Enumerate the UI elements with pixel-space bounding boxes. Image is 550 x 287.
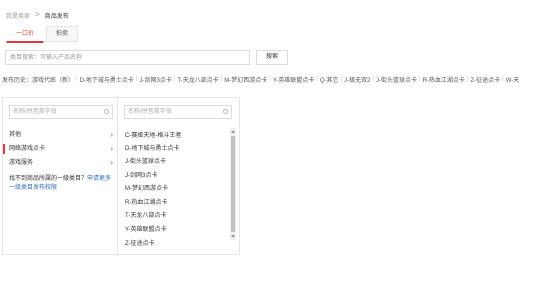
subcategory-item[interactable]: R-热血江湖点卡 <box>125 198 167 208</box>
category-hint: 找不到商品所属的一级类目？申请更多一级类目发布权限 <box>9 175 115 193</box>
history-item[interactable]: W-天 <box>506 75 520 84</box>
tab-auction[interactable]: 拍卖 <box>46 26 79 42</box>
secondary-category-panel: C-赛娅天地-格斗王者 D-地下城与勇士点卡 J-街头篮球点卡 J-剑网3点卡 … <box>117 97 240 255</box>
category-item-game-cards[interactable]: 网络游戏点卡 › <box>3 144 118 154</box>
history-separator: | <box>340 76 343 82</box>
subcategory-item[interactable]: J-街头篮球点卡 <box>125 157 166 167</box>
category-item-other[interactable]: 其他 › <box>3 130 118 140</box>
primary-category-panel: 其他 › 网络游戏点卡 › 游戏服务 › 找不到商品所属的一级类目？申请更多一级… <box>2 97 119 255</box>
history-separator: | <box>502 76 504 82</box>
breadcrumb-separator: > <box>35 10 40 19</box>
history-separator: | <box>76 76 78 82</box>
history-item[interactable]: Z-征途点卡 <box>470 75 500 84</box>
tab-fixed-price[interactable]: 一口价 <box>6 26 45 43</box>
search-icon[interactable] <box>223 109 228 114</box>
subcategory-scrollbar[interactable] <box>230 128 236 240</box>
history-separator: | <box>316 76 318 82</box>
history-item[interactable]: Y-英雄联盟点卡 <box>273 75 314 84</box>
primary-category-search-input[interactable] <box>10 106 98 118</box>
subcategory-item[interactable]: Z-征途点卡 <box>125 239 155 249</box>
history-label[interactable]: 发布历史：游戏代练（新） <box>2 75 74 84</box>
history-item[interactable]: J-极无双2 <box>344 75 370 84</box>
subcategory-item[interactable]: T-天龙八部点卡 <box>125 211 166 221</box>
primary-category-search <box>9 105 113 119</box>
tab-bar: 一口价 拍卖 <box>6 26 80 43</box>
scroll-up-arrow-icon[interactable] <box>231 130 235 133</box>
publish-history: 发布历史：游戏代练（新） | D-地下城与勇士点卡 | J-剑网3点卡 | T-… <box>2 74 548 84</box>
history-separator: | <box>269 76 271 82</box>
history-separator: | <box>372 76 375 82</box>
breadcrumb: 我是卖家 > 商品发布 <box>6 10 69 20</box>
search-button[interactable]: 搜索 <box>256 50 288 65</box>
category-hint-text: 找不到商品所属的一级类目？ <box>9 176 88 182</box>
history-item[interactable]: R-热血江湖点卡 <box>423 75 465 84</box>
secondary-category-search <box>124 105 232 119</box>
secondary-category-search-input[interactable] <box>125 106 216 118</box>
history-item[interactable]: Q-其它 <box>320 75 339 84</box>
category-label: 其他 <box>9 132 22 138</box>
category-label: 游戏服务 <box>9 160 34 166</box>
search-icon[interactable] <box>104 109 109 114</box>
subcategory-item[interactable]: D-地下城与勇士点卡 <box>125 144 179 154</box>
scroll-down-arrow-icon[interactable] <box>231 235 235 238</box>
history-item[interactable]: D-地下城与勇士点卡 <box>80 75 134 84</box>
breadcrumb-current: 商品发布 <box>44 13 69 20</box>
history-separator: | <box>135 76 138 82</box>
history-separator: | <box>173 76 176 82</box>
chevron-right-icon: › <box>110 130 113 139</box>
history-item[interactable]: J-街头篮球点卡 <box>376 75 417 84</box>
history-item[interactable]: M-梦幻西游点卡 <box>224 75 267 84</box>
subcategory-item[interactable]: J-剑网3点卡 <box>125 171 157 181</box>
subcategory-item[interactable]: C-赛娅天地-格斗王者 <box>125 131 181 141</box>
category-label: 网络游戏点卡 <box>9 146 46 152</box>
scrollbar-thumb[interactable] <box>231 136 235 232</box>
subcategory-item[interactable]: M-梦幻西游点卡 <box>125 184 168 194</box>
history-separator: | <box>419 76 421 82</box>
chevron-right-icon: › <box>110 144 113 153</box>
chevron-right-icon: › <box>110 158 113 167</box>
breadcrumb-seller-link[interactable]: 我是卖家 <box>6 11 30 20</box>
history-separator: | <box>220 76 223 82</box>
category-search-input[interactable] <box>5 50 250 65</box>
history-separator: | <box>466 76 469 82</box>
category-item-game-services[interactable]: 游戏服务 › <box>3 158 118 168</box>
history-item[interactable]: T-天龙八部点卡 <box>177 75 218 84</box>
history-item[interactable]: J-剑网3点卡 <box>139 75 171 84</box>
subcategory-item[interactable]: Y-英雄联盟点卡 <box>125 225 166 235</box>
